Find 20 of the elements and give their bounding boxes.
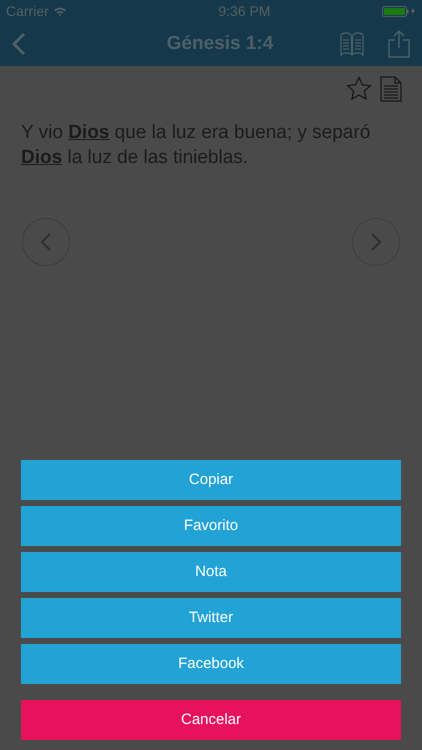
cancel-button[interactable]: Cancelar [21, 700, 401, 740]
previous-button[interactable] [22, 218, 70, 266]
chevron-left-icon [40, 232, 52, 252]
share-button[interactable] [388, 30, 410, 58]
back-button[interactable] [12, 32, 26, 56]
star-button[interactable] [346, 76, 372, 102]
next-button[interactable] [352, 218, 400, 266]
note-button[interactable] [380, 76, 402, 102]
nav-title: Génesis 1:4 [166, 32, 274, 56]
chevron-right-icon [370, 232, 382, 252]
action-button[interactable]: Favorito [21, 506, 401, 546]
action-button[interactable]: Copiar [21, 460, 401, 500]
battery-icon [382, 6, 416, 16]
action-button[interactable]: Facebook [21, 644, 401, 684]
wifi-icon [52, 6, 67, 16]
book-button[interactable] [340, 32, 364, 56]
action-button[interactable]: Nota [21, 552, 401, 592]
action-button[interactable]: Twitter [21, 598, 401, 638]
carrier-label: Carrier [6, 2, 49, 20]
time-label: 9:36 PM [218, 2, 270, 20]
